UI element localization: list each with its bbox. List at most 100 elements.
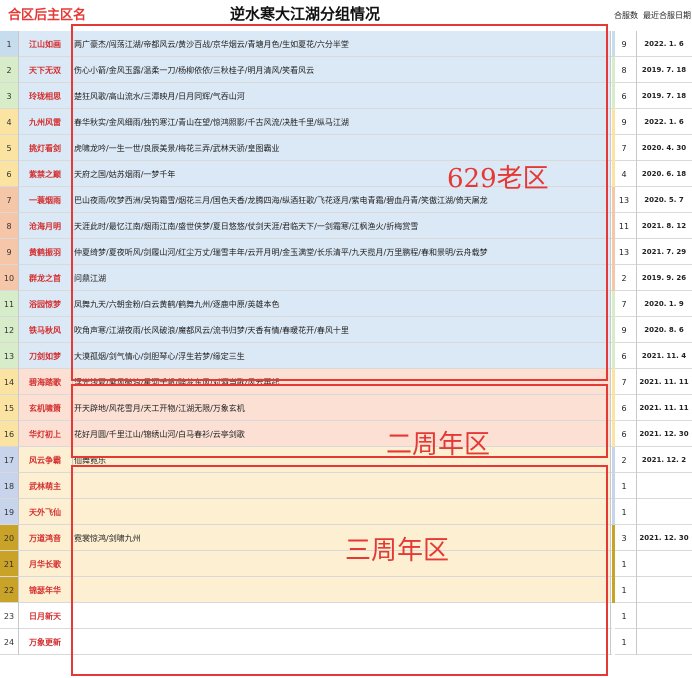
- merge-count: 4: [621, 169, 627, 179]
- merge-date: 2021. 11. 4: [641, 352, 687, 360]
- row-color-marker: [612, 499, 615, 525]
- row-number: 1: [6, 39, 12, 49]
- merge-date: [638, 629, 690, 655]
- merge-date: 2019. 7. 18: [641, 92, 687, 100]
- merged-servers: 吹角声寒/江湖夜雨/长风破浪/魔都风云/流书归梦/天香有情/春暖花开/春风十里: [74, 325, 349, 335]
- row-number: 11: [3, 299, 15, 309]
- merge-count: 1: [621, 611, 627, 621]
- column-header-count: 合服数: [614, 11, 638, 20]
- merge-date: 2020. 1. 9: [644, 300, 684, 308]
- table-row: 15 玄机啸箫 开天辟地/风花雪月/天工开物/江湖无限/万象玄机 6 2021. 11.…: [0, 395, 692, 421]
- row-color-marker: [612, 603, 615, 629]
- merge-date: 2021. 11. 11: [639, 378, 689, 386]
- row-number: 15: [3, 403, 15, 413]
- row-number: 17: [3, 455, 15, 465]
- merged-servers: 春华秋实/金风细雨/独钓寒江/青山在望/惊鸿照影/千古风流/决胜千里/纵马江湖: [74, 117, 349, 127]
- table-row: 16 华灯初上 花好月圆/千里江山/锦绣山河/白马春衫/云亭剑歌 6 2021. 12.…: [0, 421, 692, 447]
- region-name: 月华长歌: [29, 558, 61, 569]
- region-name: 沧海月明: [29, 220, 61, 231]
- merge-count: 1: [621, 637, 627, 647]
- merged-servers: 浮光浅夏/乘风破浪/星河千帆/醉梦东风/对酒当歌/风云再起: [74, 377, 280, 387]
- column-divider: [636, 31, 637, 655]
- merge-count: 6: [621, 429, 627, 439]
- merge-count: 1: [621, 585, 627, 595]
- table-row: 3 玲珑相思 楚狂风歌/高山流水/三潭映月/日月同辉/气吞山河 6 2019. 7. 1…: [0, 83, 692, 109]
- table-row: 8 沧海月明 天涯此时/最忆江南/烟雨江南/盛世侠梦/夏日悠悠/仗剑天涯/君临天下/…: [0, 213, 692, 239]
- table-row: 5 挑灯看剑 虎啸龙吟/一生一世/良辰美景/梅花三弄/武林天骄/皇图霸业 7 2020.…: [0, 135, 692, 161]
- merged-servers: 花好月圆/千里江山/锦绣山河/白马春衫/云亭剑歌: [74, 429, 245, 439]
- region-name: 铁马秋风: [29, 324, 61, 335]
- row-number: 8: [6, 221, 12, 231]
- merge-count: 3: [621, 533, 627, 543]
- row-color-marker: [612, 135, 615, 161]
- merge-count: 13: [618, 195, 630, 205]
- merge-count: 1: [621, 481, 627, 491]
- region-name: 浴园惊梦: [29, 298, 61, 309]
- table-row: 7 一蓑烟雨 巴山夜雨/吹梦西洲/吴钩霜雪/烟花三月/国色天香/龙腾四海/纵酒狂歌/…: [0, 187, 692, 213]
- table-row: 23 日月新天 1: [0, 603, 692, 629]
- merged-servers: 凤舞九天/六朝金粉/白云黄鹤/鹤舞九州/逐鹿中原/英雄本色: [74, 299, 280, 309]
- column-divider: [610, 31, 611, 655]
- region-name: 风云争霸: [29, 454, 61, 465]
- row-number: 16: [3, 429, 15, 439]
- merge-date: [638, 603, 690, 629]
- row-number: 21: [3, 559, 15, 569]
- region-name: 华灯初上: [29, 428, 61, 439]
- region-name: 碧海踏歌: [29, 376, 61, 387]
- region-name: 江山如画: [29, 38, 61, 49]
- region-name: 武林萌主: [29, 480, 61, 491]
- region-name: 日月新天: [29, 610, 61, 621]
- region-name: 挑灯看剑: [29, 142, 61, 153]
- merged-servers: 伤心小箭/金风玉露/温柔一刀/杨柳依依/三秋桂子/明月清风/笑看风云: [74, 65, 315, 75]
- merge-date: 2022. 1. 6: [644, 118, 684, 126]
- region-name: 玲珑相思: [29, 90, 61, 101]
- row-color-marker: [612, 629, 615, 655]
- merge-count: 1: [621, 507, 627, 517]
- region-name: 天外飞仙: [29, 506, 61, 517]
- row-number: 5: [6, 143, 12, 153]
- merge-date: 2019. 7. 18: [641, 66, 687, 74]
- row-color-marker: [612, 395, 615, 421]
- merge-date: 2020. 8. 6: [644, 326, 684, 334]
- region-name: 锦瑟年华: [29, 584, 61, 595]
- region-name: 群龙之首: [29, 272, 61, 283]
- merge-date: 2021. 11. 11: [639, 404, 689, 412]
- row-color-marker: [612, 551, 615, 577]
- merge-date: 2021. 12. 30: [639, 430, 689, 438]
- merge-count: 6: [621, 403, 627, 413]
- row-color-marker: [612, 57, 615, 83]
- merged-servers: 楚狂风歌/高山流水/三潭映月/日月同辉/气吞山河: [74, 91, 245, 101]
- merged-servers: [74, 551, 606, 577]
- row-number: 12: [3, 325, 15, 335]
- merged-servers: 开天辟地/风花雪月/天工开物/江湖无限/万象玄机: [74, 403, 245, 413]
- region-header-label: 合区后主区名: [8, 8, 87, 23]
- merge-date: [638, 499, 690, 525]
- merged-servers: [74, 577, 606, 603]
- merge-count: 7: [621, 143, 627, 153]
- column-divider: [18, 31, 19, 655]
- merge-count: 1: [621, 559, 627, 569]
- merge-date: 2021. 8. 12: [641, 222, 687, 230]
- row-color-marker: [612, 525, 615, 551]
- merged-servers: [74, 629, 606, 655]
- table-row: 14 碧海踏歌 浮光浅夏/乘风破浪/星河千帆/醉梦东风/对酒当歌/风云再起 7 2021…: [0, 369, 692, 395]
- merged-servers: 霓裳惊鸿/剑啸九州: [74, 533, 141, 543]
- row-number: 23: [3, 611, 15, 621]
- column-header-date: 最近合服日期: [643, 11, 691, 20]
- merge-date: [638, 551, 690, 577]
- row-color-marker: [612, 447, 615, 473]
- merged-servers: 两广豪杰/闯荡江湖/帝都风云/黄沙百战/京华烟云/青塘月色/生如夏花/六分半堂: [74, 39, 349, 49]
- row-number: 18: [3, 481, 15, 491]
- merge-date: [638, 577, 690, 603]
- merge-count: 13: [618, 247, 630, 257]
- merge-date: 2019. 9. 26: [641, 274, 687, 282]
- row-color-marker: [612, 239, 615, 265]
- merged-servers: 大漠孤烟/剑气情心/剑胆琴心/浮生若梦/缘定三生: [74, 351, 245, 361]
- merge-date: [638, 473, 690, 499]
- region-name: 玄机啸箫: [29, 402, 61, 413]
- merged-servers: 天涯此时/最忆江南/烟雨江南/盛世侠梦/夏日悠悠/仗剑天涯/君临天下/一剑霜寒/…: [74, 221, 419, 231]
- merge-count: 6: [621, 91, 627, 101]
- merge-date: 2021. 12. 2: [641, 456, 687, 464]
- row-number: 22: [3, 585, 15, 595]
- third-zone-label: 三周年区: [345, 536, 450, 566]
